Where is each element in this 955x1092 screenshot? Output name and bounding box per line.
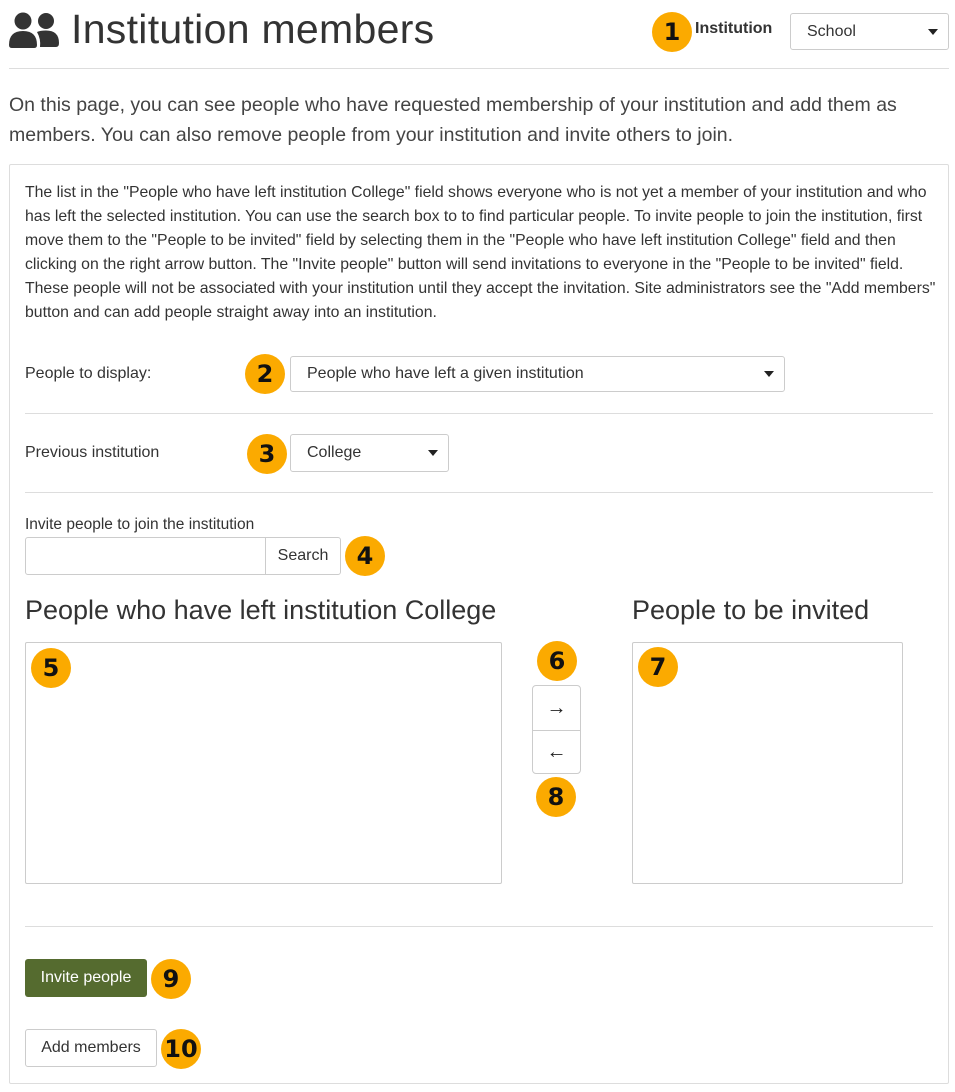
form-divider xyxy=(25,926,933,927)
institution-label: Institution xyxy=(695,20,773,37)
callout-1: 1 xyxy=(652,12,692,52)
caret-down-icon xyxy=(428,450,438,456)
invite-people-button[interactable]: Invite people xyxy=(25,959,147,997)
form-divider xyxy=(25,413,933,414)
institution-select-value: School xyxy=(807,22,856,40)
arrow-left-icon: ← xyxy=(546,741,567,763)
caret-down-icon xyxy=(928,28,938,35)
right-list-title: People to be invited xyxy=(632,595,870,625)
page-title: Institution members xyxy=(71,6,435,52)
callout-2: 2 xyxy=(245,354,285,394)
header-divider xyxy=(9,68,949,69)
users-icon xyxy=(9,12,59,48)
move-right-button[interactable]: → xyxy=(533,686,580,730)
people-to-display-select[interactable]: People who have left a given institution xyxy=(290,356,785,392)
search-input[interactable] xyxy=(25,537,267,575)
previous-institution-select[interactable]: College xyxy=(290,434,449,472)
add-members-button[interactable]: Add members xyxy=(25,1029,157,1067)
institution-select[interactable]: School xyxy=(790,13,949,50)
search-button[interactable]: Search xyxy=(265,537,341,575)
arrow-right-icon: → xyxy=(546,696,567,719)
page-intro: On this page, you can see people who hav… xyxy=(9,94,897,146)
form-divider xyxy=(25,492,933,493)
people-to-display-label: People to display: xyxy=(25,365,152,382)
callout-10: 10 xyxy=(161,1029,201,1069)
left-people-listbox[interactable] xyxy=(25,642,502,884)
callout-3: 3 xyxy=(247,434,287,474)
callout-6: 6 xyxy=(537,641,577,681)
search-label: Invite people to join the institution xyxy=(25,516,255,533)
callout-8: 8 xyxy=(536,777,576,817)
move-left-button[interactable]: ← xyxy=(533,730,580,773)
callout-9: 9 xyxy=(151,959,191,999)
left-list-title: People who have left institution College xyxy=(25,595,497,625)
panel-description: The list in the "People who have left in… xyxy=(25,184,936,321)
previous-institution-value: College xyxy=(307,444,362,461)
page-header: Institution members xyxy=(9,6,434,53)
move-buttons: → ← xyxy=(532,685,581,774)
people-to-display-value: People who have left a given institution xyxy=(307,365,584,382)
previous-institution-label: Previous institution xyxy=(25,444,160,461)
callout-5: 5 xyxy=(31,648,71,688)
callout-7: 7 xyxy=(638,647,678,687)
caret-down-icon xyxy=(764,371,774,377)
callout-4: 4 xyxy=(345,536,385,576)
